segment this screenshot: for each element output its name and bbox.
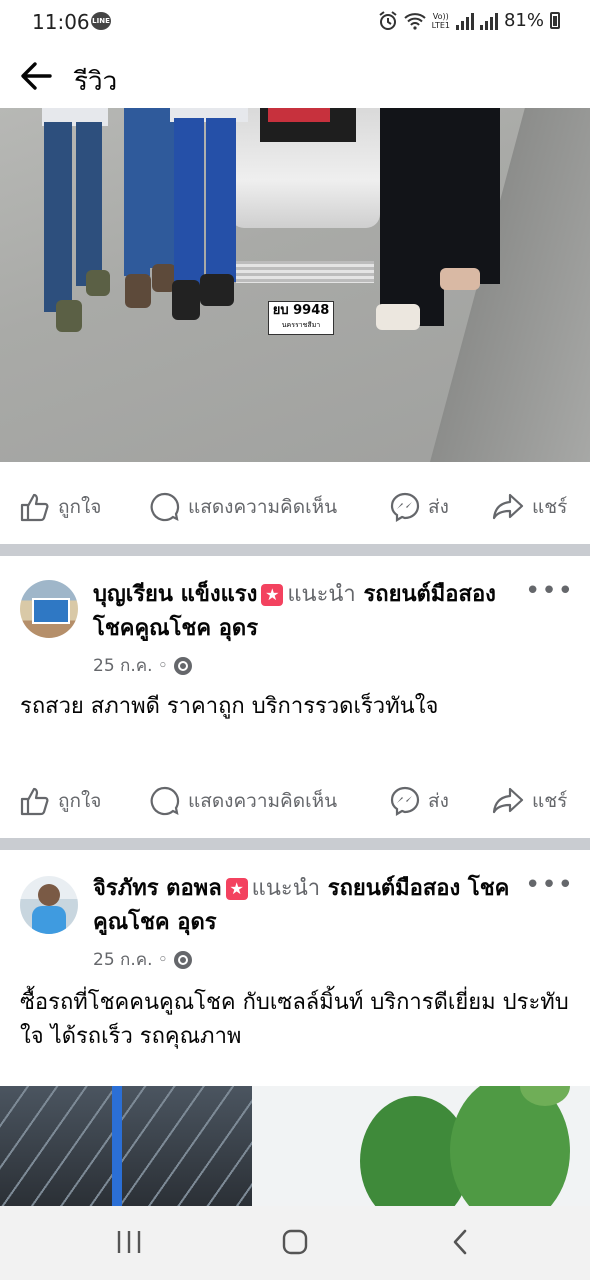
post-actions: ถูกใจ แสดงความคิดเห็น ส่ง แชร์ [0,470,590,544]
signal-2-icon [479,12,498,30]
globe-icon [173,656,192,675]
signal-1-icon [455,12,474,30]
volte-indicator: Vo)) LTE1 [432,12,450,30]
home-icon[interactable] [281,1228,309,1256]
author-name[interactable]: บุญเรียน แข็งแรง [93,582,257,607]
thumbs-up-icon [20,493,49,522]
volte-top: Vo)) [432,11,449,21]
post-actions: ถูกใจ แสดงความคิดเห็น ส่ง แชร์ [0,764,590,838]
recommends-label: แนะนำ [251,876,321,901]
battery-icon [550,12,560,29]
comment-button[interactable]: แสดงความคิดเห็น [150,492,337,522]
like-label: ถูกใจ [58,790,102,812]
status-time: 11:06 [32,10,90,34]
post-date[interactable]: 25 ก.ค. ◦ [93,652,168,679]
send-button[interactable]: ส่ง [390,786,449,816]
post-author-line: จิรภัทร ตอพล ★ แนะนำ รถยนต์มือสอง โชคคูณโช… [93,872,533,940]
like-label: ถูกใจ [58,496,102,518]
app-bar: รีวิว [0,44,590,108]
back-nav-icon[interactable] [450,1228,470,1256]
post-photo[interactable]: ยบ 9948 นครราชสีมา [0,108,590,462]
send-label: ส่ง [428,496,449,518]
status-bar: 11:06 LINE Vo)) LTE1 81% [0,0,590,44]
post-meta: 25 ก.ค. ◦ [93,946,192,973]
line-app-icon: LINE [91,12,111,30]
like-button[interactable]: ถูกใจ [20,786,101,816]
messenger-icon [390,786,420,816]
post-author-line: บุญเรียน แข็งแรง ★ แนะนำ รถยนต์มือสอง โชคค… [93,578,533,646]
comment-label: แสดงความคิดเห็น [188,496,338,518]
page-title: รีวิว [74,67,118,97]
more-horizontal-icon[interactable]: ••• [525,576,574,606]
share-icon [492,493,524,520]
post-text: รถสวย สภาพดี ราคาถูก บริการรวดเร็วทันใจ [20,694,439,719]
arrow-left-icon[interactable] [18,58,54,94]
recommend-star-icon: ★ [225,878,248,900]
post-text: ซื้อรถที่โชคคนคูณโชค กับเซลล์มิ้นท์ บริก… [20,990,569,1049]
comment-label: แสดงความคิดเห็น [188,790,338,812]
share-label: แชร์ [532,790,568,812]
messenger-icon [390,492,420,522]
globe-icon [173,950,192,969]
thumbs-up-icon [20,787,49,816]
status-icons: Vo)) LTE1 81% [378,10,560,31]
post-photo[interactable] [0,1086,590,1206]
post-meta: 25 ก.ค. ◦ [93,652,192,679]
volte-bottom: LTE1 [431,20,450,30]
send-label: ส่ง [428,790,449,812]
recommends-label: แนะนำ [287,582,356,607]
comment-icon [150,786,180,816]
send-button[interactable]: ส่ง [390,492,449,522]
share-button[interactable]: แชร์ [492,786,567,816]
comment-button[interactable]: แสดงความคิดเห็น [150,786,337,816]
battery-percent: 81% [503,10,544,31]
author-name[interactable]: จิรภัทร ตอพล [93,876,222,901]
alarm-icon [378,10,397,30]
recent-apps-icon[interactable] [116,1228,142,1256]
post-date[interactable]: 25 ก.ค. ◦ [93,946,168,973]
recommend-star-icon: ★ [261,584,284,606]
comment-icon [150,492,180,522]
avatar[interactable] [20,876,78,934]
license-plate: ยบ 9948 นครราชสีมา [268,301,334,335]
share-label: แชร์ [532,496,568,518]
post-separator [0,838,590,850]
system-nav-bar [0,1206,590,1280]
like-button[interactable]: ถูกใจ [20,492,101,522]
wifi-icon [403,12,426,30]
avatar[interactable] [20,580,78,638]
share-icon [492,787,524,814]
more-horizontal-icon[interactable]: ••• [525,870,574,900]
post-separator [0,544,590,556]
share-button[interactable]: แชร์ [492,492,567,522]
